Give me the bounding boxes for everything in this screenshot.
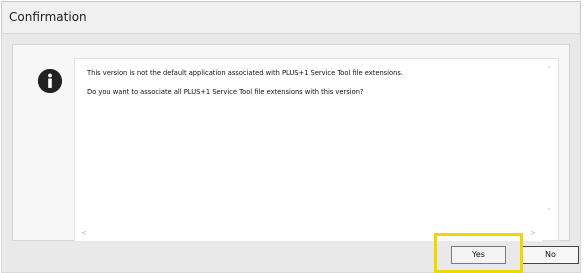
horizontal-scrollbar[interactable]: < > [75,225,543,241]
confirmation-dialog: Confirmation This version is not the def… [0,0,584,273]
scroll-up-icon[interactable]: ˄ [547,67,551,74]
scroll-right-icon[interactable]: > [530,230,536,237]
vertical-scrollbar[interactable]: ˄ ˅ [542,59,558,225]
message-panel: This version is not the default applicat… [12,44,570,241]
no-button[interactable]: No [522,246,579,264]
info-icon [38,69,62,93]
message-line-2: Do you want to associate all PLUS+1 Serv… [87,88,364,96]
dialog-body: This version is not the default applicat… [1,33,581,273]
scroll-left-icon[interactable]: < [81,230,87,237]
scrollbar-corner [542,224,558,240]
dialog-title: Confirmation [9,10,87,24]
message-line-1: This version is not the default applicat… [87,69,403,77]
title-bar[interactable]: Confirmation [1,1,581,34]
message-textbox[interactable]: This version is not the default applicat… [74,58,559,241]
yes-button[interactable]: Yes [451,246,506,264]
scroll-down-icon[interactable]: ˅ [547,209,551,216]
